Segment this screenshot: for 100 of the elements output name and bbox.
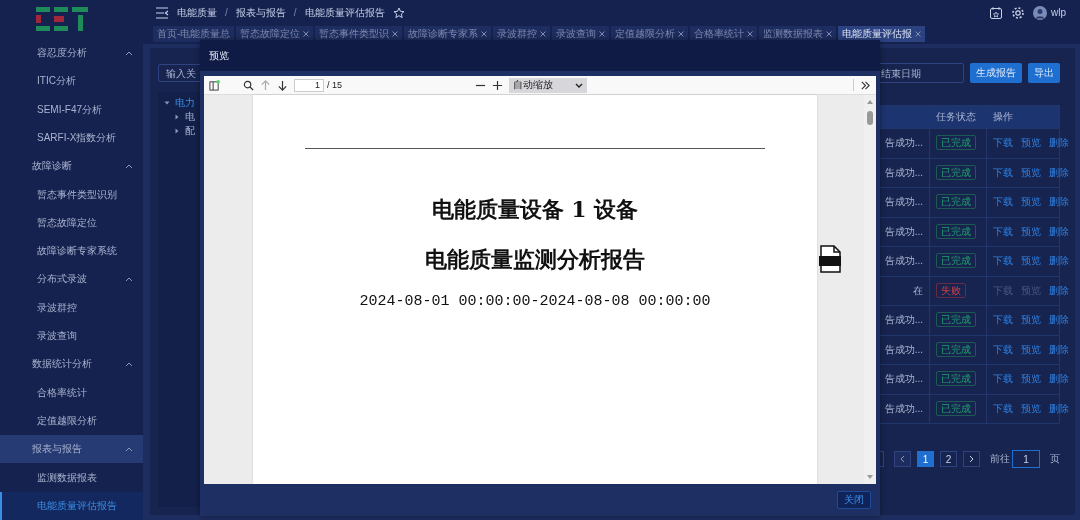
chevron-icon (125, 163, 133, 169)
user-name: wlp (1051, 7, 1066, 18)
close-icon[interactable] (392, 31, 399, 37)
tree-node[interactable]: 电 (164, 110, 218, 124)
action-link[interactable]: 下载 (993, 402, 1013, 414)
separator: / (293, 7, 297, 18)
page-button[interactable]: 1 (917, 451, 934, 467)
close-icon[interactable] (826, 31, 833, 37)
sidebar-item[interactable]: 监测数据报表 (0, 463, 143, 492)
separator: / (225, 7, 228, 18)
scroll-down-icon[interactable] (866, 474, 874, 480)
toolbar-button[interactable]: 导出 (1028, 63, 1060, 83)
sidebar-item[interactable]: 暂态故障定位 (0, 208, 143, 238)
scrollbar[interactable] (864, 95, 876, 484)
action-link[interactable]: 下载 (993, 137, 1013, 149)
tab[interactable]: 电能质量评估报 (838, 26, 926, 42)
sidebar-item[interactable]: ITIC分析 (0, 67, 143, 96)
action-link[interactable]: 预览 (1021, 402, 1041, 414)
action-link[interactable]: 删除 (1049, 225, 1069, 237)
action-link[interactable]: 预览 (1021, 343, 1041, 355)
next-page-button[interactable] (963, 451, 980, 467)
action-link[interactable]: 删除 (1049, 137, 1069, 149)
breadcrumb-link[interactable]: 报表与报告 (235, 5, 286, 20)
action-link[interactable]: 下载 (993, 343, 1013, 355)
settings-icon[interactable] (1011, 5, 1025, 20)
logo-icon (35, 7, 88, 31)
action-link[interactable]: 下载 (993, 225, 1013, 237)
breadcrumb-link[interactable]: 电能质量评估报告 (304, 5, 385, 20)
action-link[interactable]: 删除 (1049, 314, 1069, 326)
status-tag: 已完成 (936, 371, 976, 387)
sidebar-item[interactable]: 定值越限分析 (0, 406, 143, 436)
down-arrow-icon[interactable] (277, 79, 288, 91)
action-link[interactable]: 删除 (1049, 166, 1069, 178)
action-link[interactable]: 预览 (1021, 373, 1041, 385)
status-tag: 已完成 (936, 194, 976, 210)
caret-icon (164, 100, 170, 106)
star-box-icon[interactable] (989, 5, 1003, 20)
sidebar-item[interactable]: 数据统计分析 (0, 350, 143, 379)
dialog-title: 预览 (209, 48, 229, 63)
action-link[interactable]: 预览 (1021, 314, 1041, 326)
sidebar-item[interactable]: 录波群控 (0, 293, 143, 322)
sidebar-item[interactable]: 报表与报告 (0, 435, 143, 464)
action-link[interactable]: 下载 (993, 166, 1013, 178)
close-icon[interactable] (540, 31, 547, 37)
action-link[interactable]: 下载 (993, 314, 1013, 326)
tab[interactable]: 首页-电能质量总 (153, 26, 235, 42)
tree-node[interactable]: 电力 (164, 96, 218, 110)
action-link[interactable]: 下载 (993, 255, 1013, 267)
page-input[interactable]: 1 (1012, 450, 1040, 468)
page-number-field[interactable]: 1 (294, 78, 324, 92)
action-link[interactable]: 删除 (1049, 284, 1069, 296)
tree-node[interactable]: 配 (164, 124, 218, 138)
action-link[interactable]: 下载 (993, 373, 1013, 385)
zoom-in-icon[interactable] (492, 79, 503, 91)
chevron-icon (125, 361, 133, 367)
close-icon[interactable] (481, 31, 488, 37)
page-button[interactable]: 2 (940, 451, 957, 467)
action-link[interactable]: 预览 (1021, 225, 1041, 237)
status-tag: 已完成 (936, 253, 976, 269)
avatar-icon[interactable] (1033, 5, 1047, 20)
action-link[interactable]: 删除 (1049, 373, 1069, 385)
sidebar-toggle-icon[interactable] (209, 79, 220, 91)
zoom-select[interactable]: 自动缩放 (509, 77, 587, 93)
action-link[interactable]: 删除 (1049, 255, 1069, 267)
sidebar-item[interactable]: SEMI-F47分析 (0, 95, 143, 124)
column-header: 操作 (986, 105, 1060, 129)
close-icon[interactable] (747, 31, 754, 37)
close-button[interactable]: 关闭 (837, 491, 871, 509)
sidebar-item[interactable]: 故障诊断专家系统 (0, 237, 143, 266)
sidebar-item[interactable]: 录波查询 (0, 321, 143, 351)
sidebar-item[interactable]: 分布式录波 (0, 265, 143, 294)
action-link[interactable]: 删除 (1049, 402, 1069, 414)
sidebar-item[interactable]: 合格率统计 (0, 378, 143, 407)
status-tag: 已完成 (936, 164, 976, 180)
action-link[interactable]: 删除 (1049, 343, 1069, 355)
toolbar-button[interactable]: 生成报告 (970, 63, 1022, 83)
close-icon[interactable] (599, 31, 606, 37)
action-link[interactable]: 下载 (993, 196, 1013, 208)
caret-icon (575, 82, 583, 88)
star-icon[interactable] (392, 6, 405, 19)
close-icon[interactable] (678, 31, 685, 37)
close-icon[interactable] (303, 31, 310, 37)
menu-icon[interactable] (155, 5, 169, 20)
action-link[interactable]: 预览 (1021, 196, 1041, 208)
double-chevron-icon[interactable] (860, 79, 871, 91)
action-link[interactable]: 预览 (1021, 137, 1041, 149)
sidebar-item[interactable]: 容忍度分析 (0, 38, 143, 68)
sidebar-item[interactable]: 故障诊断 (0, 152, 143, 181)
breadcrumb-link[interactable]: 电能质量 (177, 5, 217, 20)
close-icon[interactable] (915, 31, 922, 37)
action-link[interactable]: 预览 (1021, 166, 1041, 178)
sidebar-item[interactable]: 暂态事件类型识别 (0, 180, 143, 209)
status-tag: 已完成 (936, 223, 976, 239)
sidebar-item[interactable]: SARFI-X指数分析 (0, 123, 143, 153)
action-link[interactable]: 预览 (1021, 255, 1041, 267)
chevron-icon (125, 276, 133, 282)
search-icon[interactable] (243, 79, 254, 91)
sidebar-item[interactable]: 电能质量评估报告 (0, 491, 143, 520)
action-link[interactable]: 删除 (1049, 196, 1069, 208)
status-tag: 已完成 (936, 135, 976, 151)
